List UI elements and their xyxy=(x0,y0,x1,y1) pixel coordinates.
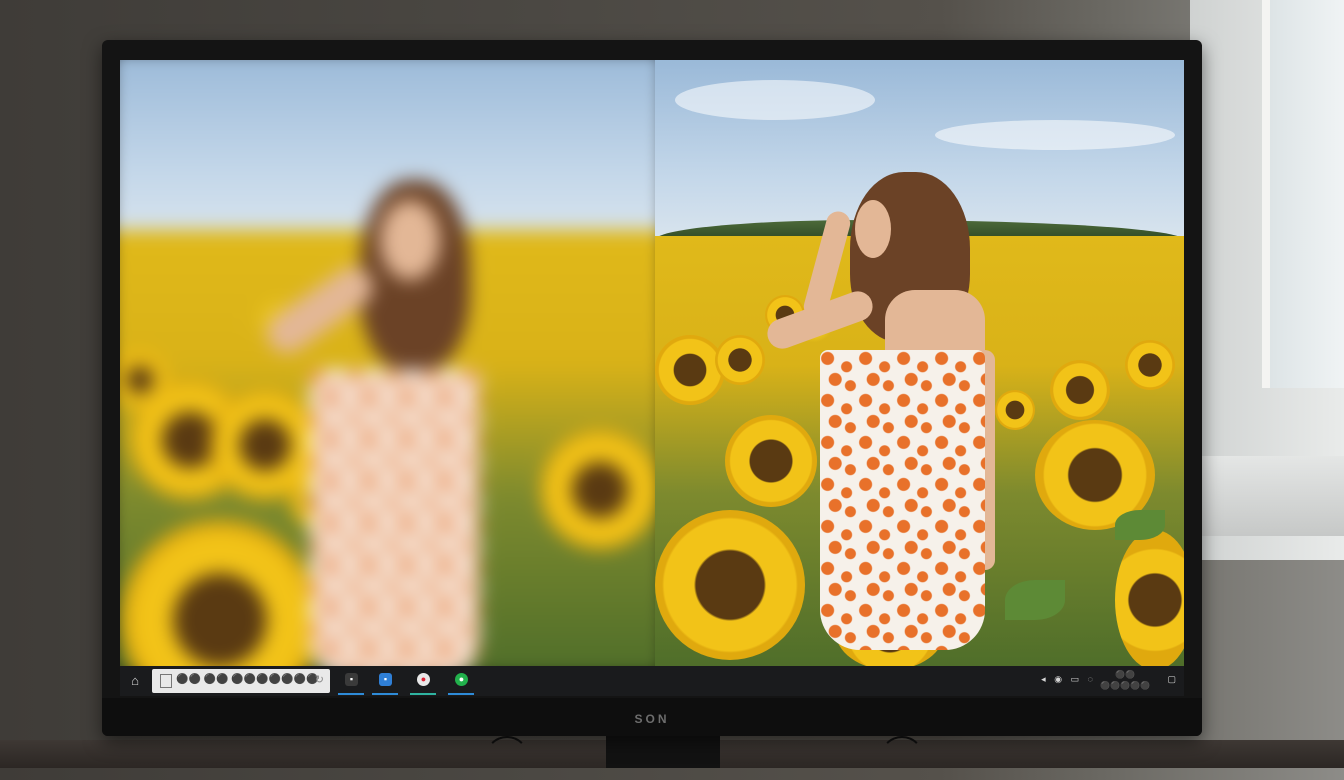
clock-time: ⚫⚫ xyxy=(1115,670,1136,679)
notification-icon[interactable]: ▢ xyxy=(1167,674,1176,684)
taskbar-app-green[interactable]: ● xyxy=(448,671,474,695)
monitor-brand-logo: SON xyxy=(634,712,670,726)
search-text: ⚫⚫ ⚫⚫ ⚫⚫⚫⚫⚫⚫⚫ xyxy=(176,674,319,685)
taskbar-app-red[interactable]: ● xyxy=(410,671,436,695)
window-glass xyxy=(1262,0,1344,388)
file-explorer-icon: ▪ xyxy=(345,673,358,686)
taskbar-clock[interactable]: ⚫⚫ ⚫⚫⚫⚫⚫ xyxy=(1100,669,1150,691)
volume-icon[interactable]: ◉ xyxy=(1054,674,1062,684)
cable xyxy=(880,736,924,780)
document-icon xyxy=(160,674,172,688)
screen: ⌂ ⚫⚫ ⚫⚫ ⚫⚫⚫⚫⚫⚫⚫ ↻ ▪ ▪ ● ● ◂ ◉ ▭ ◌ ▢ ⚫⚫ ⚫… xyxy=(120,60,1184,696)
app-blue-icon: ▪ xyxy=(379,673,392,686)
clock-date: ⚫⚫⚫⚫⚫ xyxy=(1100,681,1150,690)
window-sill xyxy=(1196,456,1344,536)
app-red-icon: ● xyxy=(417,673,430,686)
refresh-icon[interactable]: ↻ xyxy=(315,673,324,686)
monitor-chin: SON xyxy=(102,698,1202,736)
home-icon[interactable]: ⌂ xyxy=(126,672,144,690)
network-icon[interactable]: ◂ xyxy=(1041,674,1046,684)
blurred-photo-pane xyxy=(120,60,655,666)
search-box[interactable]: ⚫⚫ ⚫⚫ ⚫⚫⚫⚫⚫⚫⚫ ↻ xyxy=(152,669,330,693)
wifi-icon[interactable]: ◌ xyxy=(1088,674,1093,684)
sharp-photo-pane xyxy=(655,60,1184,666)
taskbar-app-file-explorer[interactable]: ▪ xyxy=(338,671,364,695)
cable xyxy=(485,736,529,780)
app-green-icon: ● xyxy=(455,673,468,686)
taskbar: ⌂ ⚫⚫ ⚫⚫ ⚫⚫⚫⚫⚫⚫⚫ ↻ ▪ ▪ ● ● ◂ ◉ ▭ ◌ ▢ ⚫⚫ ⚫… xyxy=(120,666,1184,696)
taskbar-app-blue[interactable]: ▪ xyxy=(372,671,398,695)
battery-icon[interactable]: ▭ xyxy=(1071,674,1080,684)
